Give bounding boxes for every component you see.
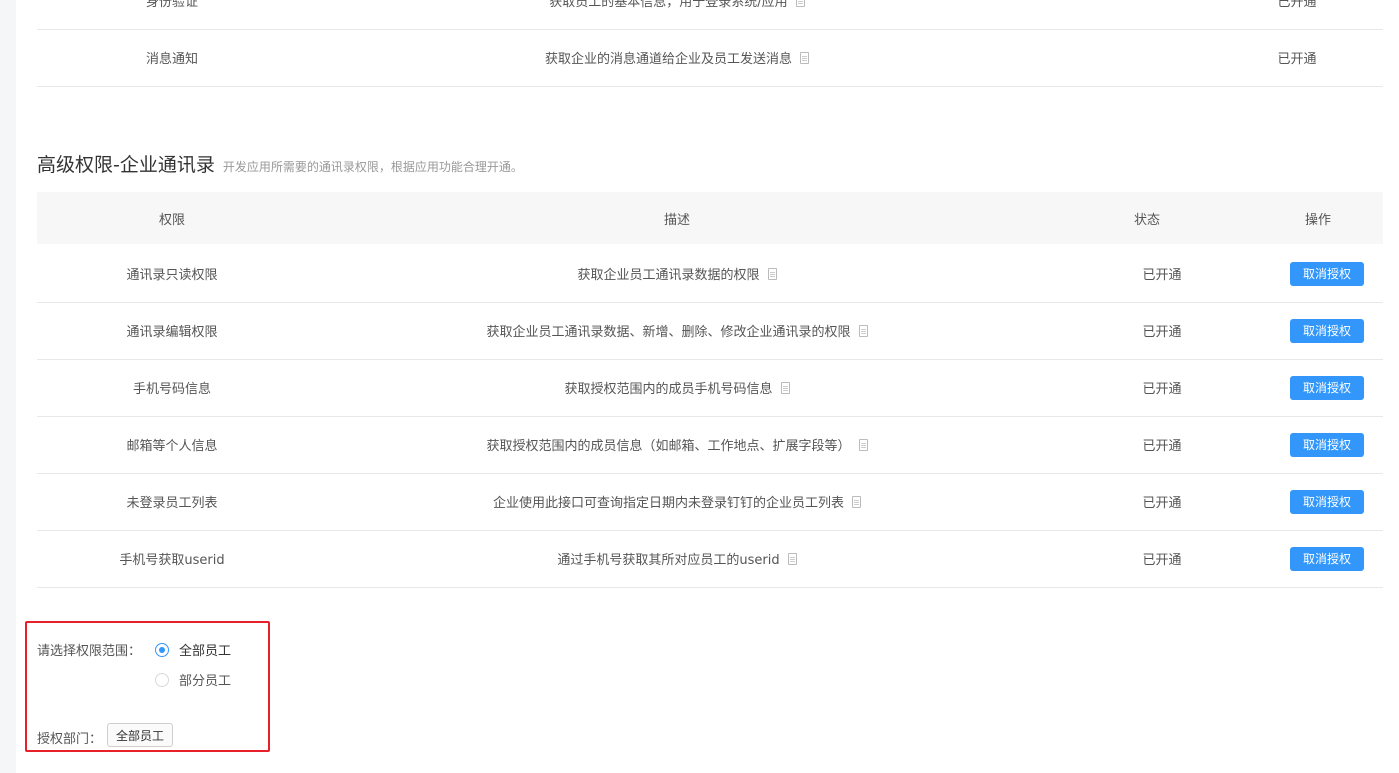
permission-description: 获取企业员工通讯录数据的权限: [307, 245, 1047, 302]
operation-cell: 取消授权: [1277, 302, 1377, 359]
description-text: 获取授权范围内的成员手机号码信息: [564, 382, 773, 397]
status-text: 已开通: [1142, 439, 1182, 454]
operation-cell: 取消授权: [1277, 416, 1377, 473]
operation-cell: 取消授权: [1277, 359, 1377, 416]
dept-label: 授权部门：: [37, 732, 103, 747]
permission-description: 获取企业的消息通道给企业及员工发送消息: [307, 29, 1047, 86]
permission-name: 通讯录编辑权限: [126, 325, 218, 340]
document-icon[interactable]: [767, 267, 777, 280]
table-row: 消息通知 获取企业的消息通道给企业及员工发送消息 已开通: [37, 29, 1383, 87]
revoke-button[interactable]: 取消授权: [1290, 375, 1364, 400]
operation-cell: 取消授权: [1277, 473, 1377, 530]
radio-label: 全部员工: [179, 644, 232, 659]
section-subtitle: 开发应用所需要的通讯录权限，根据应用功能合理开通。: [222, 160, 523, 174]
table-row: 手机号获取userid 通过手机号获取其所对应员工的userid 已开通 取消授…: [37, 530, 1383, 588]
status-text: 已开通: [1277, 52, 1317, 67]
scope-label: 请选择权限范围：: [37, 644, 142, 659]
revoke-button[interactable]: 取消授权: [1290, 432, 1364, 457]
table-row: 通讯录只读权限 获取企业员工通讯录数据的权限 已开通 取消授权: [37, 245, 1383, 303]
permission-name: 未登录员工列表: [126, 496, 218, 511]
description-text: 获取授权范围内的成员信息（如邮箱、工作地点、扩展字段等）: [486, 439, 851, 454]
table-row: 未登录员工列表 企业使用此接口可查询指定日期内未登录钉钉的企业员工列表 已开通 …: [37, 473, 1383, 531]
document-icon[interactable]: [780, 381, 790, 394]
revoke-button[interactable]: 取消授权: [1290, 489, 1364, 514]
permission-name: 手机号获取userid: [119, 553, 225, 568]
description-text: 获取企业员工通讯录数据的权限: [577, 268, 760, 283]
document-icon[interactable]: [852, 495, 861, 508]
revoke-button[interactable]: 取消授权: [1290, 261, 1364, 286]
description-text: 获取员工的基本信息，用于登录系统/应用: [549, 0, 788, 10]
description-text: 企业使用此接口可查询指定日期内未登录钉钉的企业员工列表: [492, 496, 844, 511]
radio-label: 部分员工: [179, 674, 232, 689]
operation-cell: 取消授权: [1277, 245, 1377, 302]
status-text: 已开通: [1142, 553, 1182, 568]
permission-name: 邮箱等个人信息: [126, 439, 218, 454]
status-text: 已开通: [1142, 496, 1182, 511]
header-description: 描述: [663, 212, 690, 228]
section-heading: 高级权限-企业通讯录: [37, 154, 215, 176]
status-text: 已开通: [1142, 382, 1182, 397]
revoke-button[interactable]: 取消授权: [1290, 318, 1364, 343]
document-icon[interactable]: [800, 51, 809, 64]
permission-description: 通过手机号获取其所对应员工的userid: [307, 530, 1047, 587]
document-icon[interactable]: [787, 552, 797, 565]
status-text: 已开通: [1142, 325, 1182, 340]
table-header: 权限 描述 状态 操作: [37, 192, 1383, 244]
radio-partial-employees[interactable]: 部分员工: [155, 670, 231, 689]
document-icon[interactable]: [858, 438, 868, 451]
document-icon[interactable]: [795, 0, 805, 7]
status-text: 已开通: [1277, 0, 1317, 10]
scope-selection-box: 请选择权限范围： 全部员工 部分员工 授权部门： 全部员工: [25, 621, 270, 752]
table-row: 邮箱等个人信息 获取授权范围内的成员信息（如邮箱、工作地点、扩展字段等） 已开通…: [37, 416, 1383, 474]
header-status: 状态: [1133, 212, 1160, 228]
status-text: 已开通: [1142, 268, 1182, 283]
permission-description: 获取授权范围内的成员信息（如邮箱、工作地点、扩展字段等）: [307, 416, 1047, 473]
table-row: 通讯录编辑权限 获取企业员工通讯录数据、新增、删除、修改企业通讯录的权限 已开通…: [37, 302, 1383, 360]
description-text: 通过手机号获取其所对应员工的userid: [557, 553, 780, 568]
permission-description: 获取授权范围内的成员手机号码信息: [307, 359, 1047, 416]
revoke-button[interactable]: 取消授权: [1290, 546, 1364, 571]
radio-checked-icon[interactable]: [155, 642, 169, 657]
header-permission: 权限: [158, 212, 185, 228]
description-text: 获取企业的消息通道给企业及员工发送消息: [544, 52, 792, 67]
permission-name: 通讯录只读权限: [126, 268, 218, 283]
scrollbar[interactable]: [1383, 0, 1399, 773]
dept-select-button[interactable]: 全部员工: [107, 723, 174, 747]
permission-description: 获取员工的基本信息，用于登录系统/应用: [307, 0, 1047, 29]
permission-name: 手机号码信息: [132, 382, 211, 397]
description-text: 获取企业员工通讯录数据、新增、删除、修改企业通讯录的权限: [486, 325, 851, 340]
radio-unchecked-icon[interactable]: [155, 672, 169, 687]
permission-name: 身份验证: [145, 0, 198, 10]
section-title: 高级权限-企业通讯录 开发应用所需要的通讯录权限，根据应用功能合理开通。: [37, 150, 523, 177]
header-operation: 操作: [1304, 212, 1331, 228]
radio-all-employees[interactable]: 全部员工: [155, 640, 231, 659]
permission-description: 企业使用此接口可查询指定日期内未登录钉钉的企业员工列表: [307, 473, 1047, 530]
permission-description: 获取企业员工通讯录数据、新增、删除、修改企业通讯录的权限: [307, 302, 1047, 359]
document-icon[interactable]: [858, 324, 868, 337]
table-row: 身份验证 获取员工的基本信息，用于登录系统/应用 已开通: [37, 0, 1383, 30]
operation-cell: 取消授权: [1277, 530, 1377, 587]
table-row: 手机号码信息 获取授权范围内的成员手机号码信息 已开通 取消授权: [37, 359, 1383, 417]
permission-name: 消息通知: [145, 52, 198, 67]
